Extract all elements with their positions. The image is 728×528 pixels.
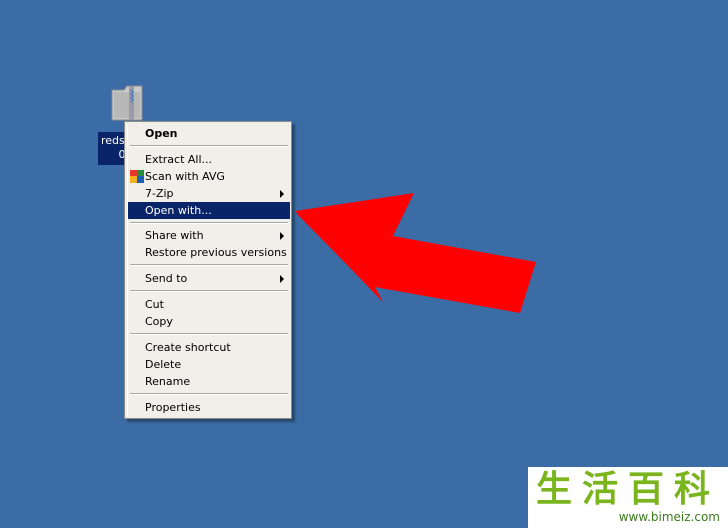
menu-item-label: Restore previous versions: [145, 246, 287, 259]
watermark-url: www.bimeiz.com: [618, 510, 720, 524]
zip-folder-icon: [111, 85, 143, 121]
avg-icon: [130, 170, 144, 183]
menu-item-restore-previous-versions[interactable]: Restore previous versions: [128, 244, 290, 261]
menu-separator: [130, 264, 288, 266]
arrow-shape: [297, 194, 535, 312]
menu-item-create-shortcut[interactable]: Create shortcut: [128, 339, 290, 356]
menu-item-label: Copy: [145, 315, 173, 328]
menu-item-extract-all[interactable]: Extract All...: [128, 151, 290, 168]
context-menu: Open Extract All... Scan with AVG 7-Zip …: [124, 121, 292, 419]
menu-item-label: Cut: [145, 298, 164, 311]
watermark-text: 生活百科: [535, 469, 720, 510]
menu-item-label: Delete: [145, 358, 182, 371]
arrow-body: [295, 193, 536, 313]
menu-separator: [130, 222, 288, 224]
menu-item-properties[interactable]: Properties: [128, 399, 290, 416]
menu-item-label: Send to: [145, 272, 188, 285]
menu-separator: [130, 333, 288, 335]
menu-item-label: Share with: [145, 229, 204, 242]
menu-item-label: Properties: [145, 401, 201, 414]
menu-separator: [130, 145, 288, 147]
submenu-arrow-icon: [280, 275, 284, 283]
menu-item-delete[interactable]: Delete: [128, 356, 290, 373]
menu-item-cut[interactable]: Cut: [128, 296, 290, 313]
menu-item-label: Create shortcut: [145, 341, 231, 354]
menu-separator: [130, 290, 288, 292]
menu-item-send-to[interactable]: Send to: [128, 270, 290, 287]
menu-separator: [130, 393, 288, 395]
menu-item-label: Open with...: [145, 204, 212, 217]
menu-item-rename[interactable]: Rename: [128, 373, 290, 390]
menu-item-7zip[interactable]: 7-Zip: [128, 185, 290, 202]
menu-item-scan-with-avg[interactable]: Scan with AVG: [128, 168, 290, 185]
menu-item-copy[interactable]: Copy: [128, 313, 290, 330]
menu-item-label: Scan with AVG: [145, 170, 225, 183]
menu-item-label: Extract All...: [145, 153, 213, 166]
menu-item-open[interactable]: Open: [128, 125, 290, 142]
menu-item-label: Rename: [145, 375, 191, 388]
submenu-arrow-icon: [280, 232, 284, 240]
watermark: 生活百科 www.bimeiz.com: [528, 467, 728, 528]
menu-item-share-with[interactable]: Share with: [128, 227, 290, 244]
menu-item-open-with[interactable]: Open with...: [128, 202, 290, 219]
submenu-arrow-icon: [280, 190, 284, 198]
desktop[interactable]: redsn 0. Open Extract All... Scan with A…: [0, 0, 728, 528]
menu-item-label: 7-Zip: [145, 187, 174, 200]
menu-item-label: Open: [145, 127, 178, 140]
